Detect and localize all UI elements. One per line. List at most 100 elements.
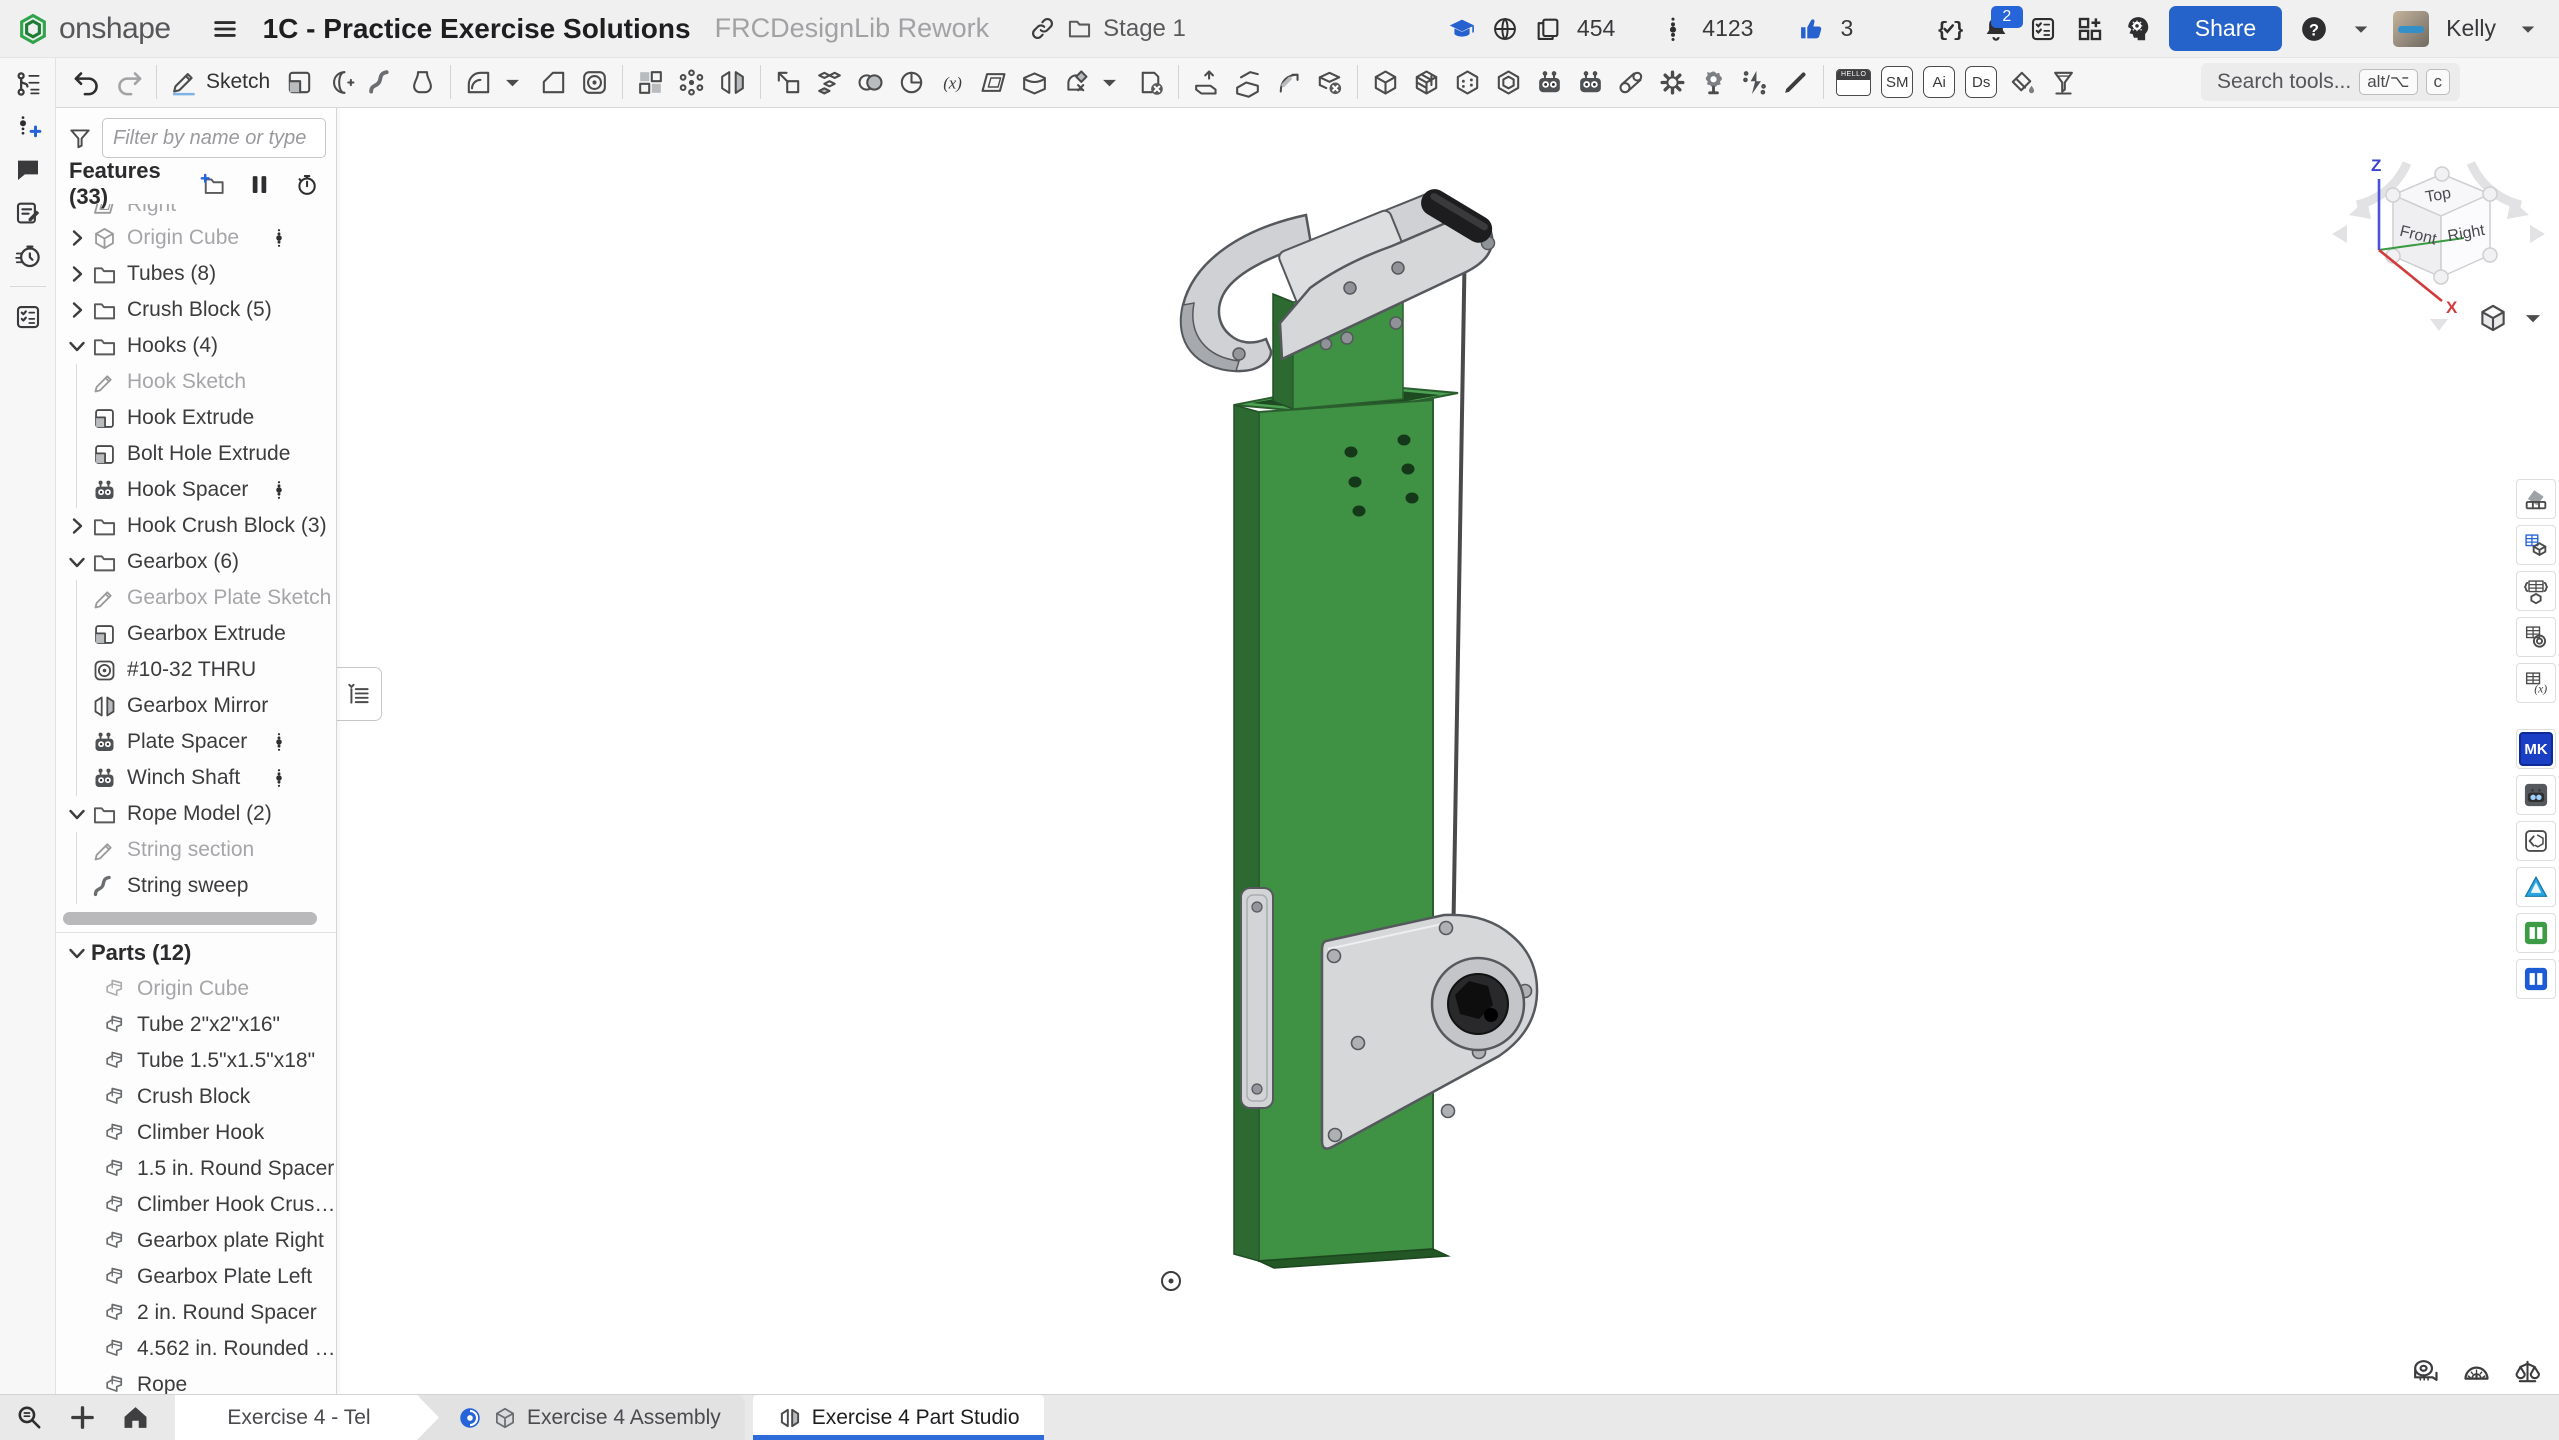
drag-handle-icon[interactable] bbox=[268, 728, 290, 756]
user-avatar[interactable] bbox=[2393, 11, 2429, 47]
surface-button[interactable] bbox=[1014, 61, 1055, 103]
feature-row[interactable]: Hook Crush Block (3) bbox=[55, 508, 336, 544]
configurations-button[interactable] bbox=[2516, 571, 2556, 611]
feature-row[interactable]: Gearbox Extrude bbox=[55, 616, 336, 652]
cut-list-button[interactable] bbox=[1406, 61, 1447, 103]
fillet-button[interactable] bbox=[458, 61, 533, 103]
part-row[interactable]: 1.5 in. Round Spacer bbox=[55, 1151, 336, 1187]
drag-handle-icon[interactable] bbox=[268, 764, 290, 792]
hole-button[interactable] bbox=[574, 61, 615, 103]
panel-collapse-toggle[interactable] bbox=[336, 667, 382, 721]
part-row[interactable]: Climber Hook bbox=[55, 1115, 336, 1151]
paint-bucket-button[interactable] bbox=[2002, 61, 2043, 103]
feature-row[interactable]: Crush Block (5) bbox=[55, 292, 336, 328]
like-icon[interactable] bbox=[1797, 15, 1825, 43]
tab-exercise-4-part-studio[interactable]: Exercise 4 Part Studio bbox=[753, 1395, 1044, 1440]
suppress-pause-icon[interactable] bbox=[246, 171, 273, 198]
notifications-bell-icon[interactable]: 2 bbox=[1981, 14, 2011, 44]
menu-icon[interactable] bbox=[209, 13, 241, 45]
rotate-left-arrow[interactable] bbox=[2332, 225, 2347, 243]
modify-fillet-button[interactable] bbox=[1055, 61, 1130, 103]
tube-profile-button[interactable] bbox=[1447, 61, 1488, 103]
user-name[interactable]: Kelly bbox=[2446, 15, 2496, 42]
chevron-down-icon[interactable] bbox=[65, 802, 89, 826]
followers-icon[interactable] bbox=[1659, 15, 1687, 43]
docs-green-button[interactable] bbox=[2516, 913, 2556, 953]
help-icon[interactable]: ? bbox=[2299, 14, 2329, 44]
drag-handle-icon[interactable] bbox=[268, 476, 290, 504]
protractor-icon[interactable] bbox=[2461, 1356, 2492, 1387]
search-tabs-icon[interactable] bbox=[14, 1402, 45, 1433]
chevron-right-icon[interactable] bbox=[65, 298, 89, 322]
chevron-right-icon[interactable] bbox=[65, 226, 89, 250]
loft-button[interactable] bbox=[402, 61, 443, 103]
marker-button[interactable] bbox=[1775, 61, 1816, 103]
undo-button[interactable] bbox=[67, 61, 108, 103]
copies-icon[interactable] bbox=[1534, 15, 1562, 43]
ai-advisor-icon[interactable] bbox=[2122, 14, 2152, 44]
delete-part-button[interactable] bbox=[1130, 61, 1171, 103]
face-blend-button[interactable] bbox=[1268, 61, 1309, 103]
part-row[interactable]: Gearbox plate Right bbox=[55, 1223, 336, 1259]
chevron-down-icon[interactable] bbox=[65, 550, 89, 574]
redo-button[interactable] bbox=[108, 61, 149, 103]
chamfer-button[interactable] bbox=[533, 61, 574, 103]
onshape-logo[interactable]: onshape bbox=[16, 12, 171, 46]
composite-part-button[interactable] bbox=[809, 61, 850, 103]
sheet-metal-badge-button[interactable]: SM bbox=[1876, 61, 1918, 103]
user-caret-icon[interactable] bbox=[2513, 14, 2543, 44]
feature-row[interactable]: #10-32 THRU bbox=[55, 652, 336, 688]
circular-pattern-button[interactable] bbox=[671, 61, 712, 103]
feature-row[interactable]: Hook Extrude bbox=[55, 400, 336, 436]
triangle-app-button[interactable] bbox=[2516, 867, 2556, 907]
feature-row[interactable]: Hook Sketch bbox=[55, 364, 336, 400]
chevron-down-icon[interactable] bbox=[65, 334, 89, 358]
funnel-button[interactable] bbox=[2043, 61, 2084, 103]
gear-generator-button[interactable] bbox=[1652, 61, 1693, 103]
horizontal-scrollbar[interactable] bbox=[63, 912, 328, 925]
feature-row[interactable]: Tubes (8) bbox=[55, 256, 336, 292]
tab-exercise-4-assembly[interactable]: Exercise 4 Assembly bbox=[415, 1395, 745, 1440]
export-panel-button[interactable] bbox=[2516, 821, 2556, 861]
feature-row[interactable]: String section bbox=[55, 832, 336, 868]
revolve-button[interactable] bbox=[320, 61, 361, 103]
search-tools[interactable]: Search tools... alt/⌥ c bbox=[2201, 63, 2460, 101]
part-row[interactable]: Origin Cube bbox=[55, 971, 336, 1007]
docs-blue-button[interactable] bbox=[2516, 959, 2556, 999]
chevron-down-icon[interactable] bbox=[65, 941, 89, 965]
feature-row[interactable]: Gearbox Mirror bbox=[55, 688, 336, 724]
home-icon[interactable] bbox=[120, 1402, 151, 1433]
feature-row[interactable]: Right bbox=[55, 204, 336, 220]
share-button[interactable]: Share bbox=[2169, 6, 2282, 51]
part-row[interactable]: 4.562 in. Rounded Hex... bbox=[55, 1331, 336, 1367]
chevron-right-icon[interactable] bbox=[65, 262, 89, 286]
feature-row[interactable]: Rope Model (2) bbox=[55, 796, 336, 832]
add-tab-icon[interactable] bbox=[67, 1402, 98, 1433]
rollback-history-icon[interactable] bbox=[293, 171, 320, 198]
bom-table-button[interactable] bbox=[2516, 525, 2556, 565]
history-icon[interactable] bbox=[13, 241, 43, 271]
hollow-profile-button[interactable] bbox=[1488, 61, 1529, 103]
feature-row[interactable]: Gearbox (6) bbox=[55, 544, 336, 580]
sketch-button[interactable]: Sketch bbox=[164, 61, 279, 103]
appearance-panel-button[interactable] bbox=[2516, 479, 2556, 519]
move-face-button[interactable] bbox=[1186, 61, 1227, 103]
boolean-button[interactable] bbox=[850, 61, 891, 103]
add-folder-icon[interactable] bbox=[199, 171, 226, 198]
split-button[interactable] bbox=[891, 61, 932, 103]
transform-button[interactable] bbox=[768, 61, 809, 103]
measure-tape-icon[interactable] bbox=[2410, 1356, 2441, 1387]
tab-exercise-4-tel[interactable]: Exercise 4 - Tel bbox=[175, 1395, 439, 1440]
part-row[interactable]: Crush Block bbox=[55, 1079, 336, 1115]
feature-row[interactable]: Bolt Hole Extrude bbox=[55, 436, 336, 472]
workspace-name[interactable]: Stage 1 bbox=[1103, 15, 1186, 43]
rotate-right-arrow[interactable] bbox=[2530, 225, 2545, 243]
frame-button[interactable] bbox=[1365, 61, 1406, 103]
model-gearbox-plate-left[interactable] bbox=[1241, 888, 1273, 1108]
delete-face-button[interactable] bbox=[1309, 61, 1350, 103]
rotate-down-arrow[interactable] bbox=[2430, 319, 2448, 331]
robot-library-button[interactable] bbox=[2516, 775, 2556, 815]
filter-input[interactable] bbox=[102, 118, 326, 158]
chevron-right-icon[interactable] bbox=[65, 514, 89, 538]
checklist-icon[interactable] bbox=[13, 302, 43, 332]
